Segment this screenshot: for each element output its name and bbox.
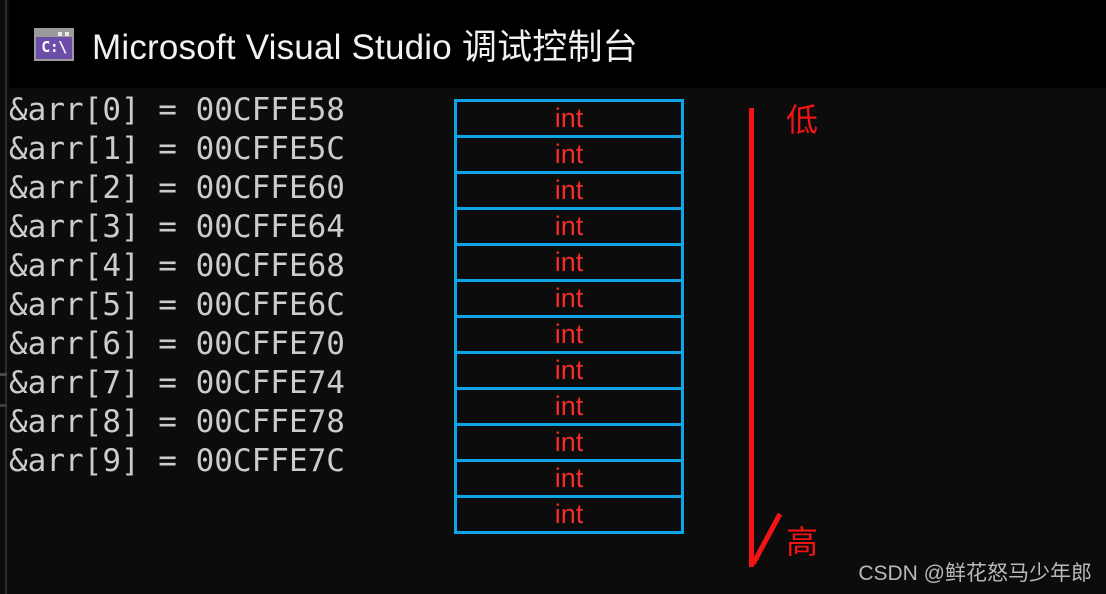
csdn-watermark: CSDN @鲜花怒马少年郎 [858,562,1092,585]
memory-cell-type-label: int [554,499,584,529]
memory-cell-type-label: int [554,247,584,277]
address-line: &arr[6] = 00CFFE70 [9,326,345,362]
address-line: &arr[4] = 00CFFE68 [9,248,345,284]
memory-cell-type-label: int [554,319,584,349]
high-address-label: 高 [786,524,819,560]
address-line: &arr[3] = 00CFFE64 [9,209,345,245]
window-title: Microsoft Visual Studio 调试控制台 [92,27,638,67]
memory-cell-type-label: int [554,175,584,205]
address-direction-arrow-head [750,512,784,568]
address-line: &arr[8] = 00CFFE78 [9,404,345,440]
memory-cell-type-label: int [554,139,584,169]
memory-cell-type-label: int [554,427,584,457]
console-icon-dot [58,31,62,36]
memory-cell-type-label: int [554,211,584,241]
memory-cell: int [454,243,684,282]
console-icon-dot [65,31,69,36]
address-line: &arr[2] = 00CFFE60 [9,170,345,206]
console-icon-prompt-text: C:\ [41,38,67,56]
memory-cell: int [454,171,684,210]
address-line: &arr[7] = 00CFFE74 [9,365,345,401]
memory-cell: int [454,135,684,174]
memory-cell: int [454,351,684,390]
address-line: &arr[5] = 00CFFE6C [9,287,345,323]
address-line: &arr[1] = 00CFFE5C [9,131,345,167]
address-line: &arr[0] = 00CFFE58 [9,92,345,128]
memory-cell: int [454,279,684,318]
memory-cell: int [454,315,684,354]
address-line-list: &arr[0] = 00CFFE58 &arr[1] = 00CFFE5C &arr… [9,91,459,481]
memory-cell-type-label: int [554,391,584,421]
console-app-icon: C:\ [34,27,74,61]
memory-cell-type-label: int [554,283,584,313]
window-border-notch [0,404,7,407]
memory-cell: int [454,495,684,534]
low-address-label: 低 [786,102,819,138]
memory-cell-type-label: int [554,103,584,133]
window-border-notch [0,373,7,376]
memory-cell: int [454,207,684,246]
window-left-border [0,0,7,594]
memory-cell: int [454,423,684,462]
console-window: C:\ Microsoft Visual Studio 调试控制台 &arr[0… [0,0,1106,594]
window-titlebar[interactable]: C:\ Microsoft Visual Studio 调试控制台 [9,0,1106,88]
memory-cell-type-label: int [554,355,584,385]
memory-cell: int [454,387,684,426]
console-output-area: &arr[0] = 00CFFE58 &arr[1] = 00CFFE5C &arr… [9,88,1106,594]
memory-cell: int [454,99,684,138]
address-line: &arr[9] = 00CFFE7C [9,443,345,479]
address-direction-arrow-line [749,108,754,567]
memory-cell: int [454,459,684,498]
console-icon-titlebar [36,29,72,37]
memory-cell-stack: int int int int int int int int int int int int [454,99,684,534]
memory-cell-type-label: int [554,463,584,493]
